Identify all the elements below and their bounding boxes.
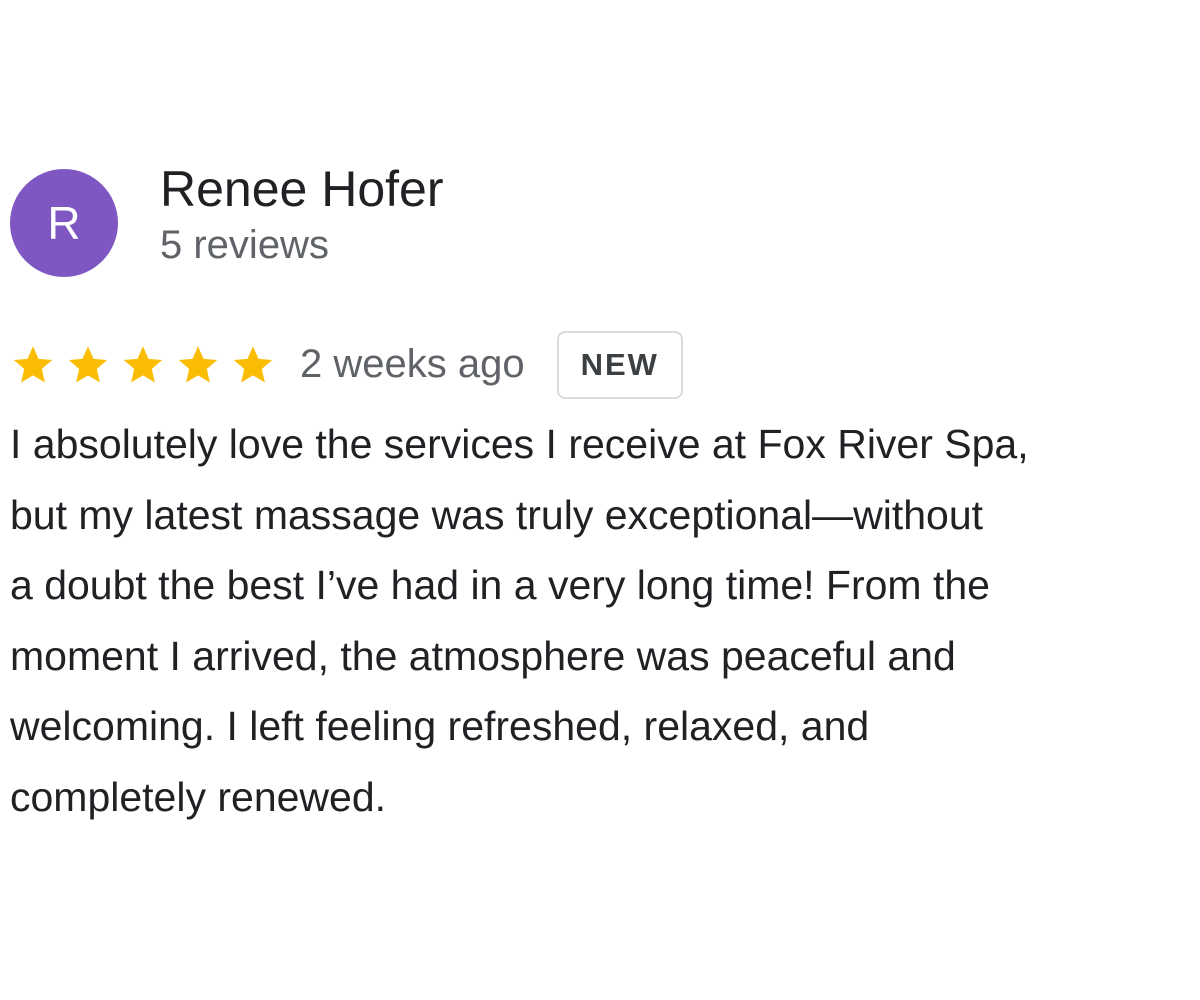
avatar[interactable]: R: [10, 169, 118, 277]
new-badge: NEW: [556, 331, 683, 399]
avatar-initial: R: [47, 197, 81, 249]
review-card: R Renee Hofer 5 reviews 2 weeks ago NEW …: [10, 161, 1196, 832]
star-icon: [233, 346, 273, 383]
author-review-count: 5 reviews: [160, 223, 329, 267]
review-header: R Renee Hofer 5 reviews: [10, 161, 1196, 278]
review-text: I absolutely love the services I receive…: [10, 421, 1029, 820]
author-info: Renee Hofer 5 reviews: [160, 161, 444, 273]
star-icon: [178, 346, 218, 383]
star-icon: [13, 346, 53, 383]
author-name[interactable]: Renee Hofer: [160, 161, 444, 217]
star-icon: [123, 346, 163, 383]
star-icon: [68, 346, 108, 383]
star-rating: [10, 342, 276, 388]
rating-row: 2 weeks ago NEW: [10, 331, 1196, 399]
review-timestamp: 2 weeks ago: [300, 341, 525, 386]
